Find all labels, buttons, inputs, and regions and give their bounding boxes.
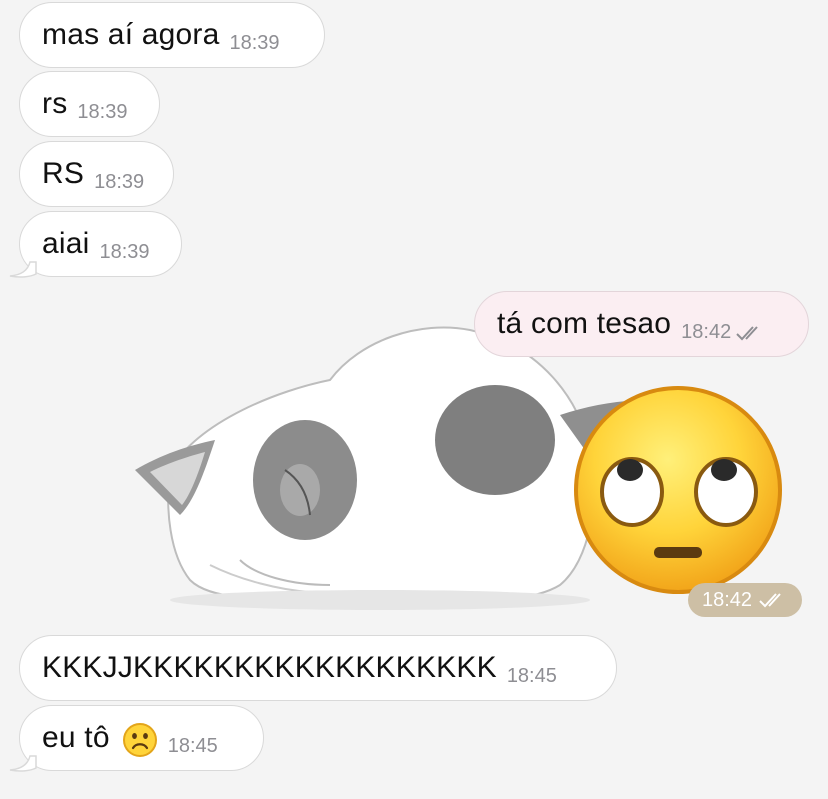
message-time: 18:39 <box>229 31 280 54</box>
message-text: aiai <box>42 227 90 260</box>
message-text: tá com tesao <box>497 307 672 340</box>
message-time: 18:39 <box>77 100 128 123</box>
message-time: 18:39 <box>94 170 145 193</box>
message-bubble-outgoing[interactable]: tá com tesao 18:42 <box>474 291 809 357</box>
message-text: KKKJJKKKKKKKKKKKKKKKKKK <box>42 651 497 684</box>
bubble-tail <box>9 755 37 772</box>
message-bubble-incoming[interactable]: aiai 18:39 <box>19 211 182 277</box>
message-bubble-incoming[interactable]: mas aí agora 18:39 <box>19 2 325 68</box>
message-text: mas aí agora <box>42 18 220 51</box>
sticker-time-pill: 18:42 <box>688 583 802 617</box>
message-time: 18:45 <box>506 664 557 687</box>
message-time: 18:45 <box>167 734 218 757</box>
bubble-tail <box>9 261 37 278</box>
message-text: rs <box>42 87 68 120</box>
message-bubble-incoming[interactable]: KKKJJKKKKKKKKKKKKKKKKKK 18:45 <box>19 635 617 701</box>
read-ticks-icon <box>759 593 781 608</box>
message-text: RS <box>42 157 85 190</box>
message-time: 18:39 <box>99 240 150 263</box>
frowning-face-icon <box>122 723 157 757</box>
message-bubble-incoming[interactable]: rs 18:39 <box>19 71 160 137</box>
message-time: 18:42 <box>681 320 732 343</box>
message-bubble-incoming[interactable]: RS 18:39 <box>19 141 174 207</box>
read-ticks-icon <box>736 326 758 341</box>
message-text: eu tô <box>42 721 110 754</box>
sticker-time: 18:42 <box>701 588 753 611</box>
message-bubble-incoming[interactable]: eu tô 18:45 <box>19 705 264 771</box>
